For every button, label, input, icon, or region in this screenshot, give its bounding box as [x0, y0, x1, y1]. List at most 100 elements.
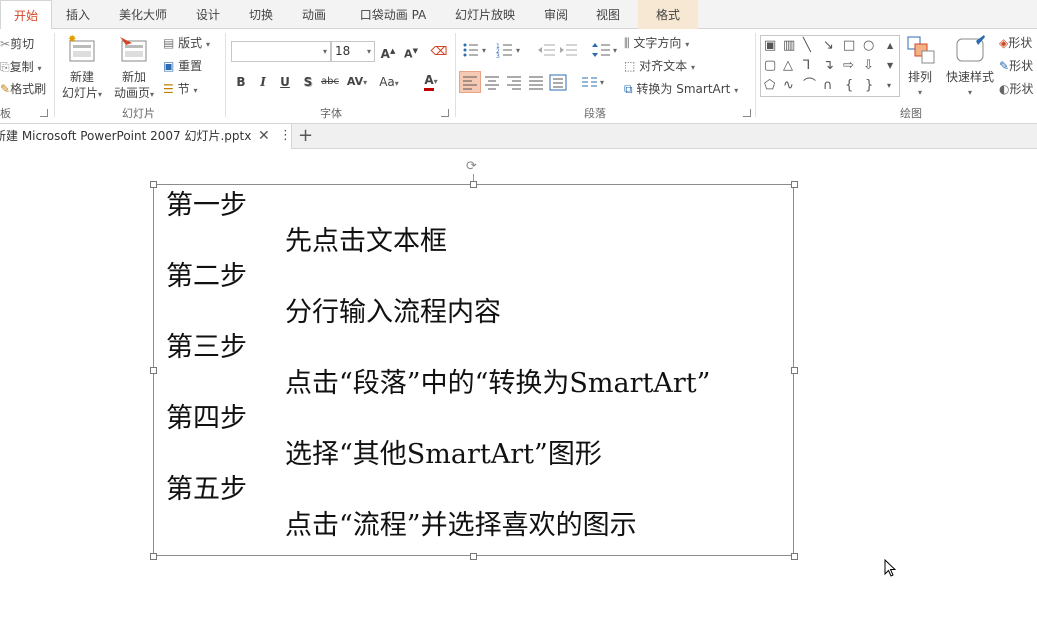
left-brace-shape-icon[interactable]: { [845, 79, 853, 93]
arrow-line-shape-icon[interactable]: ↘ [823, 39, 834, 53]
increase-indent-icon[interactable] [560, 41, 578, 63]
layout-button[interactable]: ▤ 版式 ▾ [163, 35, 210, 53]
selected-textbox[interactable]: 第一步先点击文本框第二步分行输入流程内容第三步点击“段落”中的“转换为Smart… [153, 184, 794, 556]
shapes-gallery[interactable]: ▣ ▥ ╲ ↘ □ ○ ▲ ▢ △ ⅂ ↴ ⇨ ⇩ ▼ ⬠ ∿ ⌒ ∩ { } … [760, 35, 900, 97]
font-color-button[interactable]: A▾ [418, 70, 444, 91]
step-heading[interactable]: 第一步 [166, 191, 247, 221]
reset-button[interactable]: ▣ 重置 [163, 58, 202, 74]
tab-insert[interactable]: 插入 [56, 0, 100, 29]
oval-shape-icon[interactable]: ○ [863, 39, 874, 53]
new-slide-button[interactable]: 新建 幻灯片▾ [62, 69, 102, 103]
tab-design[interactable]: 设计 [186, 0, 230, 29]
underline-button[interactable]: U [276, 72, 294, 92]
gallery-scroll-up-icon[interactable]: ▲ [887, 39, 893, 53]
resize-handle-top-right[interactable] [791, 181, 798, 188]
elbow-connector-shape-icon[interactable]: ⅂ [803, 59, 810, 73]
resize-handle-bottom-left[interactable] [150, 553, 157, 560]
step-detail[interactable]: 分行输入流程内容 [285, 297, 501, 328]
character-spacing-button[interactable]: AV▾ [343, 72, 371, 92]
bullets-icon[interactable]: ▾ [462, 41, 490, 63]
gallery-more-icon[interactable]: ▾ [887, 79, 891, 93]
tab-animations[interactable]: 动画 [292, 0, 336, 29]
gallery-scroll-down-icon[interactable]: ▼ [887, 59, 893, 73]
align-text-button[interactable]: ⬚ 对齐文本 ▾ [624, 58, 695, 76]
numbering-icon[interactable]: 1 2 3 ▾ [496, 41, 524, 63]
align-left-button[interactable] [459, 71, 481, 93]
paragraph-launcher-icon[interactable] [743, 109, 751, 117]
new-animation-page-button[interactable]: 新加 动画页▾ [110, 69, 158, 103]
strikethrough-button[interactable]: abc [319, 72, 341, 92]
bold-button[interactable]: B [232, 72, 250, 92]
scribble-shape-icon[interactable]: ∿ [783, 79, 794, 93]
shrink-font-button[interactable]: A▼ [402, 41, 420, 61]
rotate-handle-icon[interactable]: ⟳ [466, 159, 477, 174]
step-heading[interactable]: 第五步 [166, 475, 247, 505]
italic-button[interactable]: I [254, 72, 272, 92]
convert-to-smartart-button[interactable]: ⧉ 转换为 SmartArt ▾ [624, 81, 738, 99]
triangle-shape-icon[interactable]: △ [783, 59, 793, 73]
rounded-rectangle-shape-icon[interactable]: ▢ [764, 59, 776, 73]
line-spacing-icon[interactable]: ▾ [592, 41, 620, 63]
shape-effects-button[interactable]: ◐形状 [999, 81, 1034, 97]
tab-format[interactable]: 格式 [638, 0, 698, 29]
tab-beautify-master[interactable]: 美化大师 [110, 0, 176, 29]
align-right-icon[interactable] [504, 72, 524, 96]
step-detail[interactable]: 点击“流程”并选择喜欢的图示 [285, 510, 637, 541]
right-brace-shape-icon[interactable]: } [865, 79, 873, 93]
more-options-icon[interactable]: ⋮ [279, 124, 291, 148]
justify-icon[interactable] [526, 72, 546, 96]
resize-handle-right[interactable] [791, 367, 798, 374]
step-detail[interactable]: 先点击文本框 [285, 226, 447, 257]
grow-font-button[interactable]: A▲ [379, 41, 397, 61]
resize-handle-left[interactable] [150, 367, 157, 374]
shape-fill-button[interactable]: ◈形状 [999, 35, 1032, 51]
tab-home[interactable]: 开始 [0, 0, 52, 30]
close-icon[interactable]: ✕ [258, 124, 270, 148]
new-tab-plus-icon[interactable]: + [298, 124, 313, 148]
tab-review[interactable]: 审阅 [534, 0, 578, 29]
freeform-shape-icon[interactable]: ⬠ [764, 79, 775, 93]
resize-handle-bottom-right[interactable] [791, 553, 798, 560]
clipboard-launcher-icon[interactable] [40, 109, 48, 117]
font-name-select[interactable]: ▾ [231, 41, 331, 62]
columns-icon[interactable]: ▾ [580, 72, 608, 96]
step-heading[interactable]: 第二步 [166, 262, 247, 292]
step-heading[interactable]: 第三步 [166, 333, 247, 363]
format-painter-button[interactable]: ✎格式刷 [0, 81, 46, 97]
resize-handle-top[interactable] [470, 181, 477, 188]
font-launcher-icon[interactable] [441, 109, 449, 117]
step-heading[interactable]: 第四步 [166, 404, 247, 434]
text-direction-button[interactable]: ⫼ 文字方向 ▾ [624, 35, 689, 53]
tab-transitions[interactable]: 切换 [239, 0, 283, 29]
resize-handle-bottom[interactable] [470, 553, 477, 560]
curve-shape-icon[interactable]: ⌒ [803, 79, 816, 93]
step-detail[interactable]: 选择“其他SmartArt”图形 [285, 439, 602, 470]
tab-slideshow[interactable]: 幻灯片放映 [448, 0, 522, 29]
quick-styles-button[interactable]: 快速样式 ▾ [944, 69, 996, 101]
textbox-shape-icon[interactable]: ▣ [764, 39, 776, 53]
arrange-button[interactable]: 排列 ▾ [908, 69, 932, 101]
down-arrow-shape-icon[interactable]: ⇩ [863, 59, 874, 73]
wave-shape-icon[interactable]: ∩ [823, 79, 833, 93]
change-case-button[interactable]: Aa▾ [375, 72, 403, 92]
right-arrow-shape-icon[interactable]: ⇨ [843, 59, 854, 73]
elbow-arrow-shape-icon[interactable]: ↴ [823, 59, 834, 73]
tab-view[interactable]: 视图 [586, 0, 630, 29]
section-button[interactable]: ☰ 节 ▾ [163, 81, 197, 99]
rectangle-shape-icon[interactable]: □ [843, 39, 855, 53]
slide-canvas[interactable]: ⟳ 第一步先点击文本框第二步分行输入流程内容第三步点击“段落”中的“转换为Sma… [0, 149, 1037, 625]
line-shape-icon[interactable]: ╲ [803, 39, 811, 53]
shape-outline-button[interactable]: ✎形状 [999, 58, 1033, 74]
tab-pocket-animation[interactable]: 口袋动画 PA [350, 0, 436, 29]
document-tab[interactable]: 新建 Microsoft PowerPoint 2007 幻灯片.pptx ✕ … [0, 124, 292, 149]
vertical-textbox-shape-icon[interactable]: ▥ [783, 39, 795, 53]
cut-button[interactable]: ✂剪切 [0, 36, 34, 52]
step-detail[interactable]: 点击“段落”中的“转换为SmartArt” [285, 368, 710, 399]
copy-button[interactable]: ⎘复制 ▾ [0, 59, 41, 77]
font-size-select[interactable]: 18 ▾ [331, 41, 375, 62]
align-center-icon[interactable] [482, 72, 502, 96]
clear-formatting-icon[interactable]: ⌫ [430, 41, 448, 61]
distributed-icon[interactable] [548, 72, 568, 96]
decrease-indent-icon[interactable] [538, 41, 556, 63]
resize-handle-top-left[interactable] [150, 181, 157, 188]
